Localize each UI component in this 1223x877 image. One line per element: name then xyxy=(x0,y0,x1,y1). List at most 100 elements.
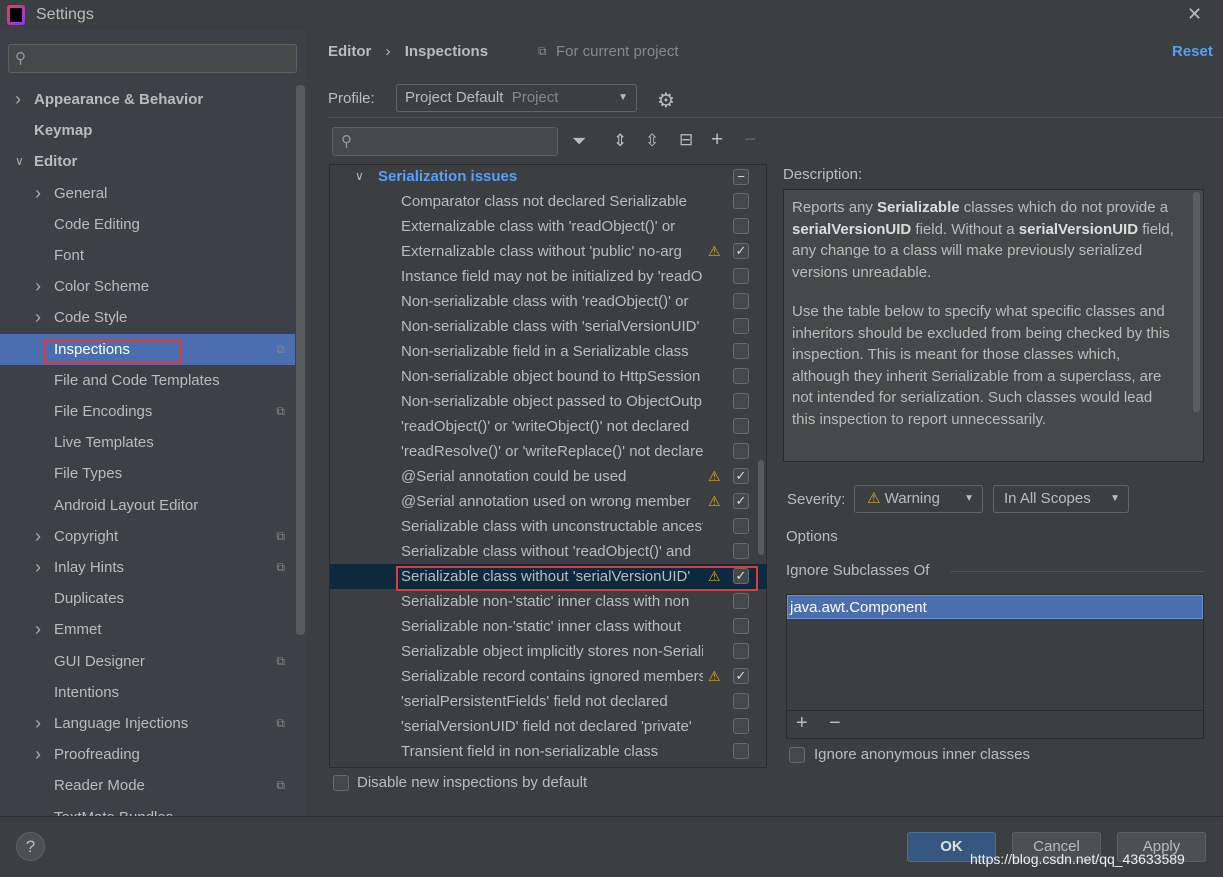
chevron-right-icon[interactable]: › xyxy=(35,302,41,333)
description-scrollbar[interactable] xyxy=(1193,192,1200,412)
inspection-row[interactable]: @Serial annotation used on wrong member ⚠… xyxy=(330,489,767,514)
sidebar-item-font[interactable]: Font xyxy=(0,240,295,271)
sidebar-item-reader-mode[interactable]: Reader Mode ⧉ xyxy=(0,770,295,801)
inspection-checkbox[interactable]: ✓ xyxy=(733,468,749,484)
inspection-checkbox[interactable] xyxy=(733,318,749,334)
inspection-checkbox[interactable] xyxy=(733,618,749,634)
profile-dropdown[interactable]: Project Default Project ▼ xyxy=(396,84,637,112)
inspection-search-input[interactable]: ⚲ xyxy=(332,127,558,156)
inspection-checkbox[interactable] xyxy=(733,643,749,659)
inspection-checkbox[interactable] xyxy=(733,718,749,734)
inspection-row[interactable]: Serializable non-'static' inner class wi… xyxy=(330,614,767,639)
tree-group-serialization[interactable]: ∨ Serialization issues − xyxy=(330,164,767,189)
inspection-row[interactable]: Transient field in non-serializable clas… xyxy=(330,739,767,764)
sidebar-item-code-style[interactable]: › Code Style xyxy=(0,302,295,333)
list-item[interactable]: java.awt.Component xyxy=(787,595,1203,619)
chevron-right-icon[interactable]: › xyxy=(35,521,41,552)
inspection-checkbox[interactable] xyxy=(733,218,749,234)
group-checkbox[interactable]: − xyxy=(733,169,749,185)
reset-to-default-icon[interactable]: ⊟ xyxy=(679,130,693,150)
inspection-row[interactable]: 'readObject()' or 'writeObject()' not de… xyxy=(330,414,767,439)
chevron-right-icon[interactable]: › xyxy=(35,614,41,645)
chevron-down-icon[interactable]: ∨ xyxy=(15,146,24,177)
sidebar-item-textmate-bundles[interactable]: TextMate Bundles xyxy=(0,802,295,816)
inspection-checkbox[interactable] xyxy=(733,418,749,434)
inspection-row[interactable]: Non-serializable object bound to HttpSes… xyxy=(330,364,767,389)
sidebar-item-language-injections[interactable]: › Language Injections ⧉ xyxy=(0,708,295,739)
close-icon[interactable]: ✕ xyxy=(1187,4,1202,25)
inspection-row[interactable]: Non-serializable object passed to Object… xyxy=(330,389,767,414)
inspection-checkbox[interactable]: ✓ xyxy=(733,243,749,259)
filter-icon[interactable]: ⏷ xyxy=(572,131,586,152)
chevron-right-icon[interactable]: › xyxy=(35,271,41,302)
inspection-row[interactable]: Serializable object implicitly stores no… xyxy=(330,639,767,664)
inspection-checkbox[interactable] xyxy=(733,268,749,284)
inspection-checkbox[interactable] xyxy=(733,593,749,609)
inspection-checkbox[interactable] xyxy=(733,443,749,459)
sidebar-scrollbar[interactable] xyxy=(296,85,305,635)
inspection-row[interactable]: Instance field may not be initialized by… xyxy=(330,264,767,289)
severity-dropdown[interactable]: ⚠ Warning ▼ xyxy=(854,485,983,513)
chevron-right-icon[interactable]: › xyxy=(35,178,41,209)
sidebar-item-color-scheme[interactable]: › Color Scheme xyxy=(0,271,295,302)
inspection-checkbox[interactable] xyxy=(733,743,749,759)
sidebar-item-code-editing[interactable]: Code Editing xyxy=(0,209,295,240)
expand-all-icon[interactable]: ⇕ xyxy=(613,131,627,151)
inspection-row[interactable]: Serializable non-'static' inner class wi… xyxy=(330,589,767,614)
inspection-checkbox[interactable] xyxy=(733,393,749,409)
inspection-row[interactable]: Comparator class not declared Serializab… xyxy=(330,189,767,214)
sidebar-item-gui-designer[interactable]: GUI Designer ⧉ xyxy=(0,646,295,677)
inspection-row[interactable]: Serializable class without 'readObject()… xyxy=(330,539,767,564)
reset-link[interactable]: Reset xyxy=(1172,43,1213,60)
inspection-checkbox[interactable] xyxy=(733,543,749,559)
gear-icon[interactable]: ⚙ xyxy=(657,88,675,113)
inspection-checkbox[interactable] xyxy=(733,193,749,209)
add-class-button[interactable]: + xyxy=(796,712,808,735)
sidebar-item-appearance-behavior[interactable]: › Appearance & Behavior xyxy=(0,84,295,115)
inspection-row[interactable]: 'readResolve()' or 'writeReplace()' not … xyxy=(330,439,767,464)
inspection-row[interactable]: Non-serializable class with 'readObject(… xyxy=(330,289,767,314)
chevron-right-icon[interactable]: › xyxy=(15,84,21,115)
collapse-all-icon[interactable]: ⇳ xyxy=(645,131,659,151)
remove-icon[interactable]: − xyxy=(744,128,756,152)
inspection-row[interactable]: Non-serializable class with 'serialVersi… xyxy=(330,314,767,339)
inspection-checkbox[interactable] xyxy=(733,693,749,709)
sidebar-item-android-layout-editor[interactable]: Android Layout Editor xyxy=(0,490,295,521)
sidebar-item-inlay-hints[interactable]: › Inlay Hints ⧉ xyxy=(0,552,295,583)
add-icon[interactable]: + xyxy=(711,128,723,152)
sidebar-item-duplicates[interactable]: Duplicates xyxy=(0,583,295,614)
sidebar-item-intentions[interactable]: Intentions xyxy=(0,677,295,708)
inspection-row[interactable]: Serializable class with unconstructable … xyxy=(330,514,767,539)
disable-new-checkbox[interactable] xyxy=(333,775,349,791)
sidebar-search-input[interactable]: ⚲ xyxy=(8,44,297,73)
breadcrumb-editor[interactable]: Editor xyxy=(328,43,371,60)
ignore-anonymous-checkbox[interactable] xyxy=(789,747,805,763)
scope-dropdown[interactable]: In All Scopes ▼ xyxy=(993,485,1129,513)
sidebar-item-proofreading[interactable]: › Proofreading xyxy=(0,739,295,770)
sidebar-item-live-templates[interactable]: Live Templates xyxy=(0,427,295,458)
sidebar-item-editor[interactable]: ∨ Editor xyxy=(0,146,295,177)
sidebar-item-emmet[interactable]: › Emmet xyxy=(0,614,295,645)
sidebar-item-file-types[interactable]: File Types xyxy=(0,458,295,489)
tree-scrollbar[interactable] xyxy=(758,460,764,555)
sidebar-item-keymap[interactable]: Keymap xyxy=(0,115,295,146)
inspection-row[interactable]: 'serialVersionUID' field not declared 'p… xyxy=(330,714,767,739)
inspection-row[interactable]: Serializable record contains ignored mem… xyxy=(330,664,767,689)
help-button[interactable]: ? xyxy=(16,832,45,861)
sidebar-item-copyright[interactable]: › Copyright ⧉ xyxy=(0,521,295,552)
inspection-row[interactable]: Externalizable class with 'readObject()'… xyxy=(330,214,767,239)
inspection-row[interactable]: Non-serializable field in a Serializable… xyxy=(330,339,767,364)
inspection-row[interactable]: Externalizable class without 'public' no… xyxy=(330,239,767,264)
sidebar-item-file-encodings[interactable]: File Encodings ⧉ xyxy=(0,396,295,427)
inspection-checkbox[interactable]: ✓ xyxy=(733,668,749,684)
inspection-row[interactable]: 'serialPersistentFields' field not decla… xyxy=(330,689,767,714)
chevron-right-icon[interactable]: › xyxy=(35,739,41,770)
remove-class-button[interactable]: − xyxy=(829,712,841,735)
sidebar-item-general[interactable]: › General xyxy=(0,178,295,209)
inspection-checkbox[interactable] xyxy=(733,368,749,384)
inspection-checkbox[interactable] xyxy=(733,293,749,309)
chevron-right-icon[interactable]: › xyxy=(35,552,41,583)
inspection-row[interactable]: @Serial annotation could be used ⚠ ✓ xyxy=(330,464,767,489)
sidebar-item-file-and-code-templates[interactable]: File and Code Templates xyxy=(0,365,295,396)
chevron-right-icon[interactable]: › xyxy=(35,708,41,739)
